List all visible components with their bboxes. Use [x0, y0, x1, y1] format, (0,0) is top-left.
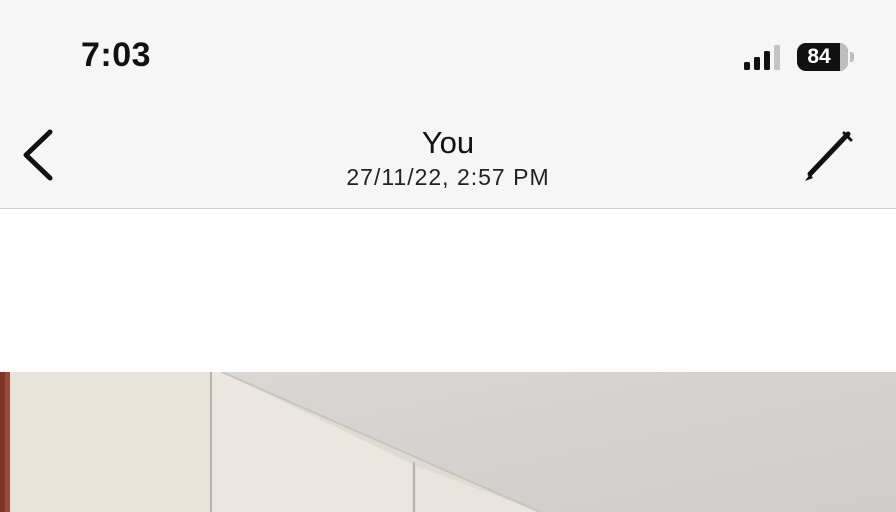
battery-icon: 84: [797, 43, 855, 71]
photo-viewer-screen: 7:03 84 You 27/11/22, 2:57 PM: [0, 0, 896, 512]
header-title-block: You 27/11/22, 2:57 PM: [248, 124, 648, 192]
battery-nub: [850, 52, 854, 62]
back-button[interactable]: [14, 122, 64, 188]
page-title: You: [421, 125, 475, 160]
battery-level: 84: [807, 45, 831, 68]
battery-body: 84: [797, 43, 848, 71]
edit-button[interactable]: [796, 124, 860, 188]
cellular-signal-icon: [744, 45, 780, 70]
photo-image: [0, 372, 896, 512]
battery-empty-portion: [840, 43, 848, 71]
page-subtitle-timestamp: 27/11/22, 2:57 PM: [346, 164, 550, 190]
top-chrome: 7:03 84 You 27/11/22, 2:57 PM: [0, 0, 896, 209]
photo-content[interactable]: [0, 372, 896, 512]
status-time: 7:03: [81, 36, 152, 74]
pencil-icon: [805, 131, 853, 181]
chevron-left-icon: [23, 129, 53, 181]
